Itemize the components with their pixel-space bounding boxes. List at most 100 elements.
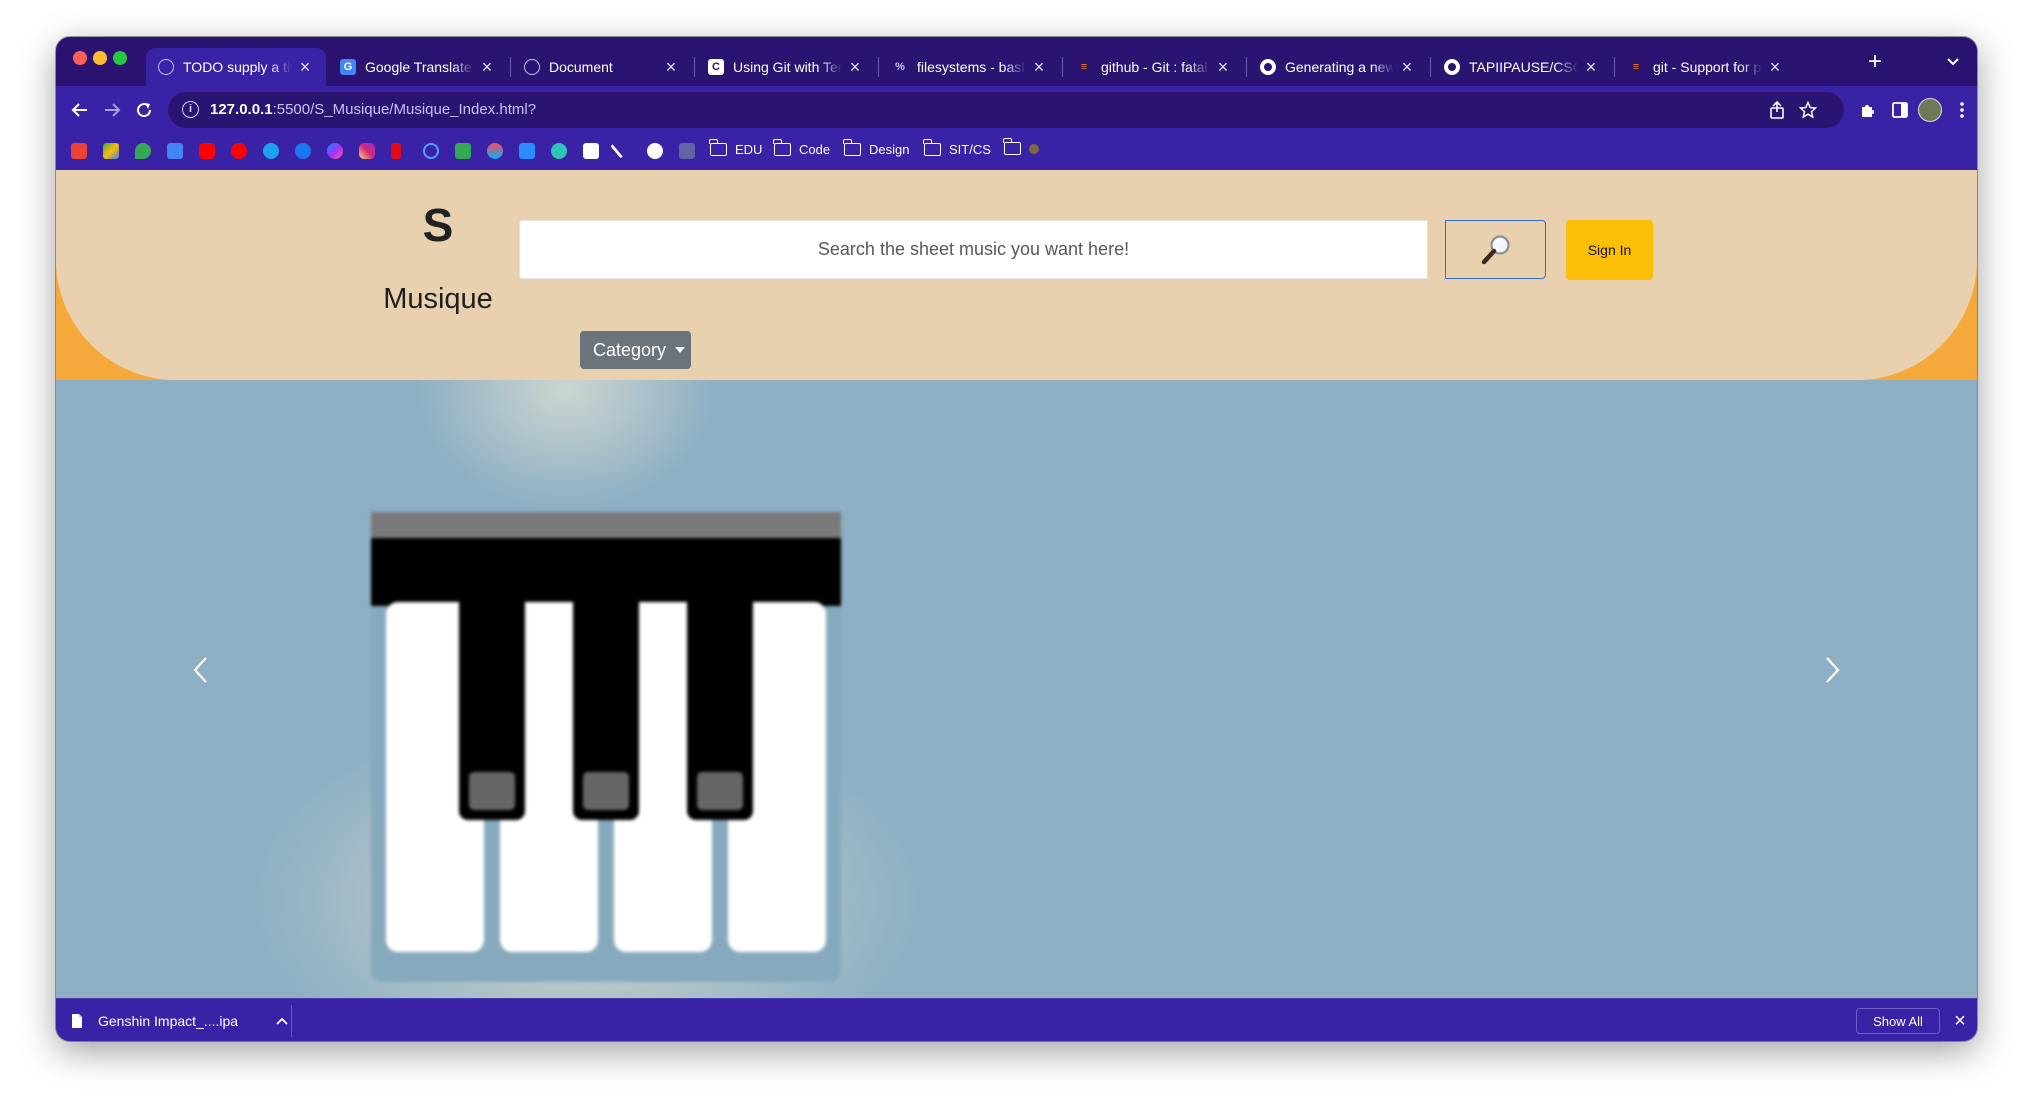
logo-letter[interactable]: S [376, 198, 500, 252]
circle-icon[interactable] [551, 143, 567, 159]
bookmarks-bar: EDU Code Design SIT/CS [56, 134, 1977, 170]
stackoverflow-icon: ≡ [1632, 61, 1640, 73]
download-item[interactable]: Genshin Impact_....ipa [70, 999, 288, 1041]
netflix-icon[interactable] [391, 143, 401, 159]
airdrop-icon[interactable] [423, 143, 439, 159]
close-tab-icon[interactable]: × [478, 57, 496, 78]
tab-google-translate[interactable]: G Google Translate × [328, 48, 508, 86]
side-panel-icon[interactable] [1888, 98, 1912, 122]
instagram-icon[interactable] [359, 143, 375, 159]
close-download-bar-icon[interactable]: × [1949, 1008, 1971, 1034]
bookmark-star-icon[interactable] [1796, 98, 1820, 122]
search-input[interactable] [519, 220, 1428, 279]
stack-icon[interactable] [487, 143, 503, 159]
youtube-music-icon[interactable] [231, 143, 247, 159]
tab-todo-supply-a-title[interactable]: TODO supply a title × [146, 48, 326, 86]
tab-using-git[interactable]: C Using Git with Terminal × [696, 48, 876, 86]
github-icon [1260, 59, 1276, 75]
carousel-prev-button[interactable] [180, 640, 220, 700]
site-header: S Musique Sign In Category [56, 170, 1977, 380]
site-info-icon[interactable]: i [182, 101, 199, 118]
close-window-button[interactable] [73, 51, 87, 65]
tab-title: git - Support for pass [1653, 59, 1762, 75]
reload-button[interactable] [130, 96, 158, 124]
new-tab-button[interactable]: + [1863, 48, 1887, 75]
url-text[interactable]: 127.0.0.1:5500/S_Musique/Musique_Index.h… [210, 101, 536, 118]
tab-search-chevron-icon[interactable] [1941, 50, 1965, 74]
tab-filesystems[interactable]: % filesystems - bash: cd × [880, 48, 1060, 86]
tab-title: filesystems - bash: cd [917, 59, 1026, 75]
close-tab-icon[interactable]: × [1398, 57, 1416, 78]
tab-document[interactable]: Document × [512, 48, 692, 86]
extensions-puzzle-icon[interactable] [1856, 98, 1880, 122]
teams-icon[interactable] [679, 143, 695, 159]
address-bar[interactable]: i 127.0.0.1:5500/S_Musique/Musique_Index… [168, 92, 1844, 128]
close-tab-icon[interactable]: × [1030, 57, 1048, 78]
close-tab-icon[interactable]: × [1214, 57, 1232, 78]
tab-title: github - Git : fatal: Co [1101, 59, 1210, 75]
file-icon [72, 1013, 82, 1028]
tab-divider [1430, 57, 1431, 77]
browser-window: TODO supply a title × G Google Translate… [56, 37, 1977, 1041]
logo-name[interactable]: Musique [376, 283, 500, 316]
facebook-icon[interactable] [295, 143, 311, 159]
lab-icon[interactable] [519, 143, 535, 159]
github-icon[interactable] [647, 143, 663, 159]
category-dropdown[interactable]: Category [580, 331, 691, 369]
folder-icon [773, 139, 791, 156]
pen-icon[interactable] [610, 143, 624, 159]
messenger-icon[interactable] [327, 143, 343, 159]
close-tab-icon[interactable]: × [662, 57, 680, 78]
superuser-icon: % [895, 61, 905, 73]
download-filename: Genshin Impact_....ipa [98, 1012, 239, 1029]
bookmark-folder-sit-cs[interactable]: SIT/CS [923, 139, 991, 157]
tab-git-support-pass[interactable]: ≡ git - Support for pass × [1616, 48, 1796, 86]
sign-in-button[interactable]: Sign In [1566, 220, 1653, 280]
xd-icon[interactable] [583, 143, 599, 159]
tab-generating-ssh[interactable]: Generating a new SSH × [1248, 48, 1428, 86]
bookmark-folder-edu[interactable]: EDU [709, 139, 763, 157]
bookmark-folder-label: EDU [735, 142, 763, 157]
piano-keys-icon [371, 512, 841, 982]
youtube-icon[interactable] [199, 143, 215, 159]
twitter-icon[interactable] [263, 143, 279, 159]
browser-toolbar: i 127.0.0.1:5500/S_Musique/Musique_Index… [56, 86, 1977, 134]
bookmark-folder-design[interactable]: Design [843, 139, 909, 157]
maximize-window-button[interactable] [113, 51, 127, 65]
close-tab-icon[interactable]: × [846, 57, 864, 78]
caret-down-icon [675, 347, 686, 353]
minimize-window-button[interactable] [93, 51, 107, 65]
menu-kebab-icon[interactable] [1950, 98, 1974, 122]
tab-divider [1062, 57, 1063, 77]
magnifier-icon [1481, 234, 1510, 264]
bookmark-folder-code[interactable]: Code [773, 139, 830, 157]
bookmark-folder-unnamed[interactable] [1003, 138, 1039, 155]
tab-divider [510, 57, 511, 77]
drive-icon[interactable] [103, 143, 119, 159]
tab-tapiipause-csc105[interactable]: TAPIIPAUSE/CSC-105 × [1432, 48, 1612, 86]
tab-github-git-fatal[interactable]: ≡ github - Git : fatal: Co × [1064, 48, 1244, 86]
show-all-button[interactable]: Show All [1856, 1008, 1940, 1034]
maps-icon[interactable] [135, 143, 151, 159]
tab-divider [878, 57, 879, 77]
back-button[interactable] [66, 96, 94, 124]
category-label: Category [593, 339, 667, 360]
share-icon[interactable] [1765, 98, 1789, 122]
carousel-next-button[interactable] [1813, 640, 1853, 700]
translate-icon[interactable] [167, 143, 183, 159]
tab-divider [1246, 57, 1247, 77]
profile-avatar-icon[interactable] [1918, 98, 1942, 122]
tab-title: Document [549, 59, 613, 75]
globe-icon [524, 59, 540, 75]
search-button[interactable] [1445, 220, 1546, 279]
close-tab-icon[interactable]: × [1582, 57, 1600, 78]
gmail-icon[interactable] [71, 143, 87, 159]
chat-icon[interactable] [455, 143, 471, 159]
bookmark-folder-label: SIT/CS [949, 142, 991, 157]
close-tab-icon[interactable]: × [296, 57, 314, 78]
tab-title: Generating a new SSH [1285, 59, 1394, 75]
close-tab-icon[interactable]: × [1766, 57, 1784, 78]
chevron-up-icon[interactable] [276, 1017, 288, 1025]
chevron-right-icon [1826, 657, 1840, 683]
forward-button[interactable] [98, 96, 126, 124]
